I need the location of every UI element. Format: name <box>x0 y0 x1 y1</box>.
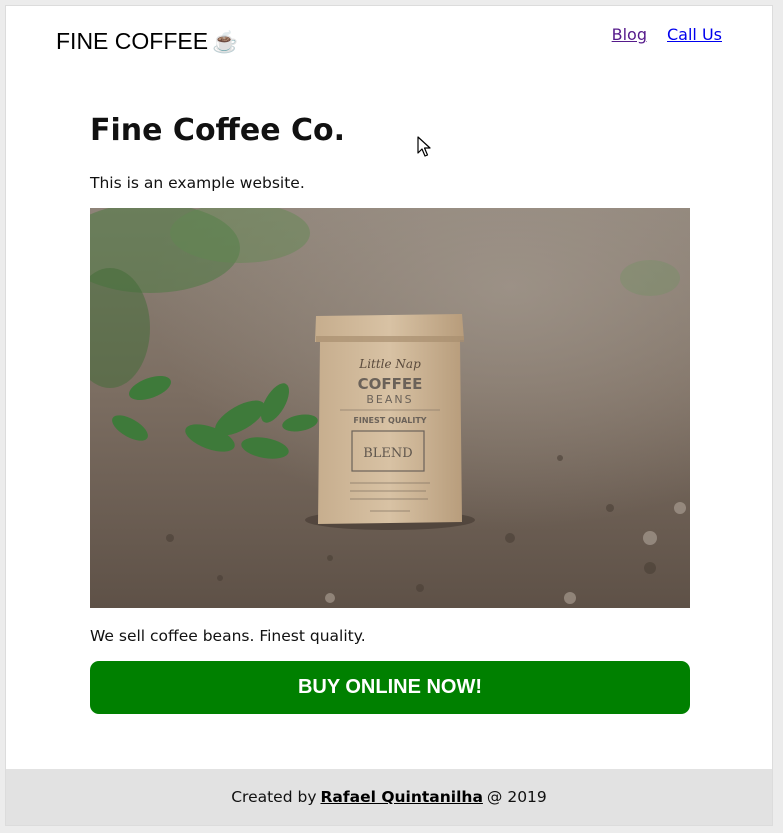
description-text: We sell coffee beans. Finest quality. <box>90 627 366 645</box>
page: FINE COFFEE ☕ Blog Call Us Fine Coffee Co… <box>5 5 773 826</box>
author-link[interactable]: Rafael Quintanilha <box>321 788 483 806</box>
nav-call-us-link[interactable]: Call Us <box>667 25 722 44</box>
svg-text:BLEND: BLEND <box>363 446 412 461</box>
intro-text: This is an example website. <box>90 174 305 192</box>
footer-suffix: @ 2019 <box>486 788 547 806</box>
mouse-pointer-icon <box>417 136 431 157</box>
coffee-cup-icon: ☕ <box>212 31 239 54</box>
svg-text:COFFEE: COFFEE <box>358 375 423 393</box>
brand-logo[interactable]: FINE COFFEE ☕ <box>56 28 238 55</box>
brand-text: FINE COFFEE <box>56 28 209 54</box>
nav-blog-link[interactable]: Blog <box>612 25 647 44</box>
page-title: Fine Coffee Co. <box>90 113 346 148</box>
buy-online-button[interactable]: BUY ONLINE NOW! <box>90 661 690 714</box>
hero-image: Little Nap COFFEE BEANS FINEST QUALITY B… <box>90 208 690 608</box>
footer-prefix: Created by <box>231 788 317 806</box>
svg-text:FINEST QUALITY: FINEST QUALITY <box>353 416 426 425</box>
footer: Created by Rafael Quintanilha @ 2019 <box>6 769 772 825</box>
top-nav: Blog Call Us <box>612 25 722 44</box>
svg-text:Little Nap: Little Nap <box>358 357 421 371</box>
svg-text:BEANS: BEANS <box>366 393 413 406</box>
